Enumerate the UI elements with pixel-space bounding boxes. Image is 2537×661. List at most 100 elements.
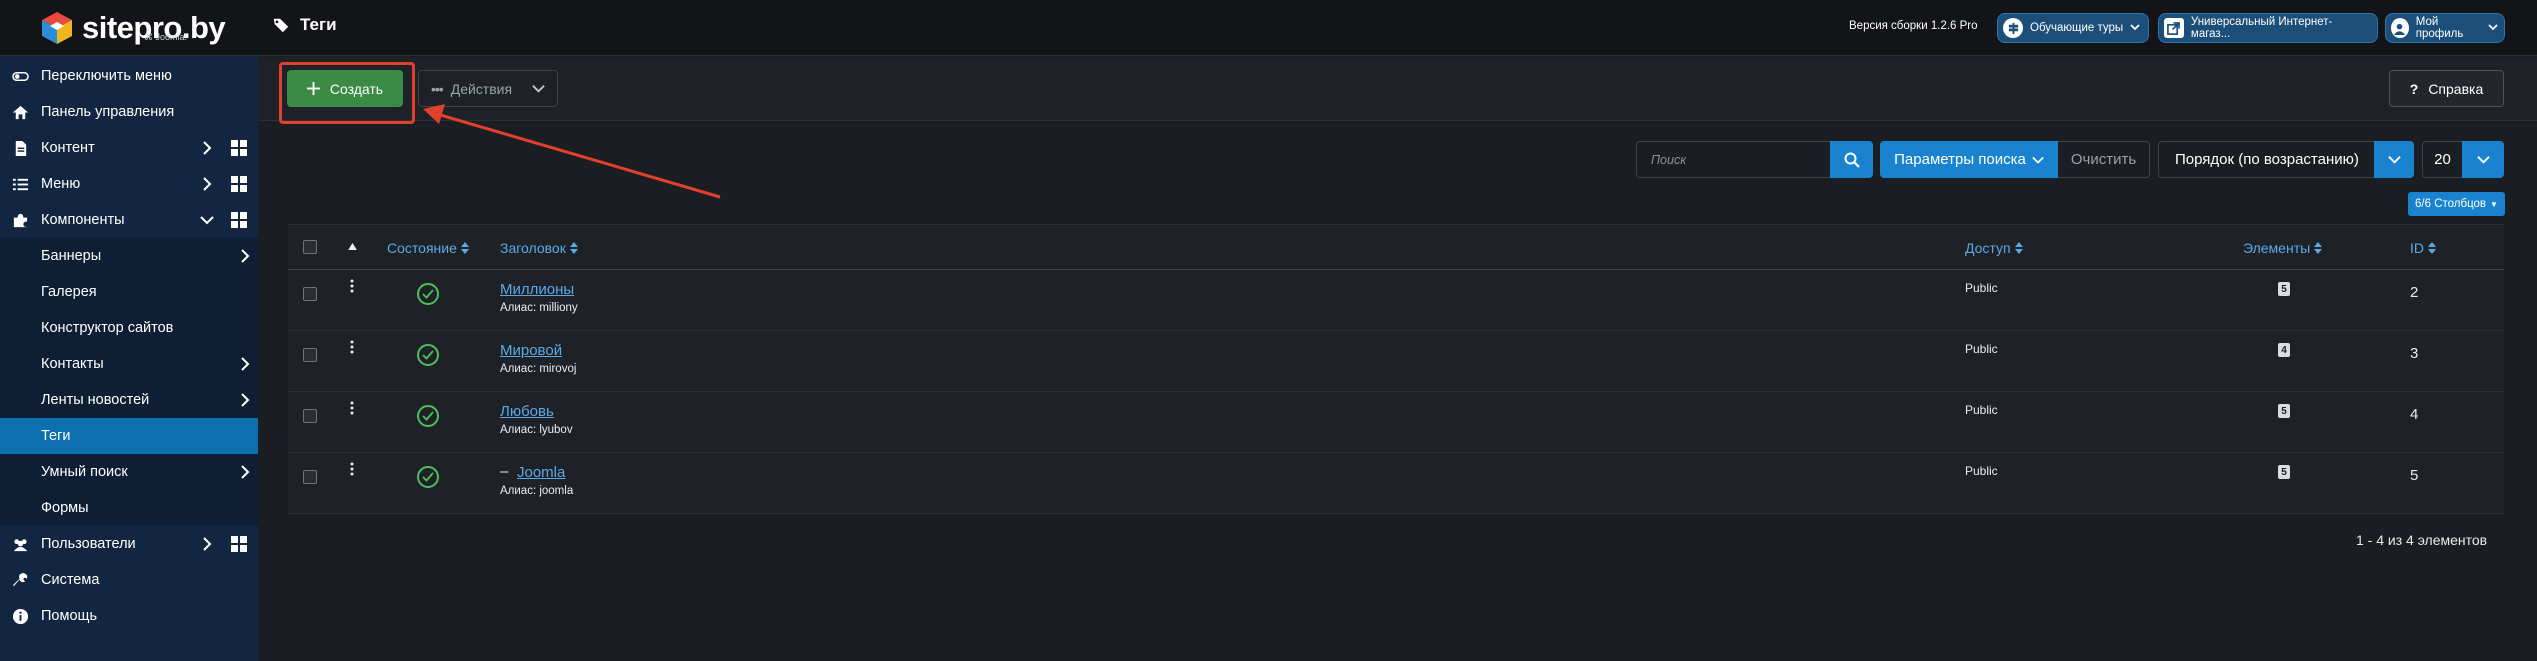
sidebar-item-components[interactable]: Компоненты bbox=[0, 202, 258, 238]
ordering-sort-icon[interactable] bbox=[348, 243, 357, 250]
published-status-icon[interactable] bbox=[417, 283, 439, 305]
list-limit-select[interactable]: 20 bbox=[2422, 141, 2462, 178]
tag-alias: Алиас: mirovoj bbox=[500, 363, 577, 375]
dashboard-grid-icon[interactable] bbox=[231, 212, 247, 228]
search-button[interactable] bbox=[1830, 141, 1873, 178]
row-checkbox[interactable] bbox=[303, 470, 317, 484]
tag-alias: Алиас: joomla bbox=[500, 485, 574, 497]
tag-title-link[interactable]: Миллионы bbox=[500, 281, 574, 298]
help-button[interactable]: ? Справка bbox=[2389, 70, 2504, 107]
published-status-icon[interactable] bbox=[417, 405, 439, 427]
sidebar-item-banners[interactable]: Баннеры bbox=[0, 238, 258, 274]
joomla-subtitle: ⌘ Joomla! bbox=[144, 32, 188, 42]
row-checkbox[interactable] bbox=[303, 348, 317, 362]
sidebar-item-label: Умный поиск bbox=[41, 464, 128, 480]
toggle-icon bbox=[11, 67, 29, 85]
column-header-title[interactable]: Заголовок bbox=[500, 240, 578, 256]
sort-icon bbox=[2314, 242, 2323, 254]
tag-title-link[interactable]: Любовь bbox=[500, 403, 554, 420]
home-icon bbox=[11, 103, 29, 121]
published-status-icon[interactable] bbox=[417, 466, 439, 488]
items-count-badge: 5 bbox=[2278, 404, 2290, 418]
user-icon bbox=[2391, 18, 2409, 38]
list-limit-toggle[interactable] bbox=[2462, 141, 2504, 178]
dashboard-grid-icon[interactable] bbox=[231, 140, 247, 156]
info-icon bbox=[11, 607, 29, 625]
chevron-down-icon bbox=[2032, 156, 2044, 164]
column-header-label: Элементы bbox=[2243, 240, 2311, 256]
tag-access: Public bbox=[1965, 464, 1998, 478]
sidebar-item-content[interactable]: Контент bbox=[0, 130, 258, 166]
search-options-button[interactable]: Параметры поиска bbox=[1880, 141, 2058, 178]
sidebar-item-gallery[interactable]: Галерея bbox=[0, 274, 258, 310]
sidebar-item-site-builder[interactable]: Конструктор сайтов bbox=[0, 310, 258, 346]
column-header-id[interactable]: ID bbox=[2410, 240, 2436, 256]
select-all-checkbox[interactable] bbox=[303, 240, 317, 254]
ordering-select[interactable]: Порядок (по возрастанию) bbox=[2158, 141, 2374, 178]
list-icon bbox=[11, 175, 29, 193]
drag-handle-icon[interactable] bbox=[350, 462, 354, 476]
clear-button[interactable]: Очистить bbox=[2058, 141, 2150, 178]
sidebar-item-toggle-menu[interactable]: Переключить меню bbox=[0, 58, 258, 94]
chevron-right-icon bbox=[203, 537, 212, 551]
column-header-label: ID bbox=[2410, 240, 2424, 256]
tags-table: Состояние Заголовок Доступ Элементы ID М… bbox=[288, 224, 2504, 517]
help-label: Справка bbox=[2428, 80, 2484, 97]
sidebar-item-label: Баннеры bbox=[41, 248, 102, 264]
columns-toggle-button[interactable]: 6/6 Столбцов ▼ bbox=[2408, 192, 2505, 216]
chevron-down-icon bbox=[2488, 22, 2498, 35]
tag-title-link[interactable]: Мировой bbox=[500, 342, 562, 359]
column-header-items[interactable]: Элементы bbox=[2243, 240, 2323, 256]
chevron-right-icon bbox=[203, 177, 212, 191]
dashboard-grid-icon[interactable] bbox=[231, 176, 247, 192]
items-count-badge: 5 bbox=[2278, 282, 2290, 296]
column-header-status[interactable]: Состояние bbox=[387, 240, 469, 256]
sort-icon bbox=[569, 242, 578, 254]
drag-handle-icon[interactable] bbox=[350, 340, 354, 354]
guided-tours-button[interactable]: Обучающие туры bbox=[1997, 13, 2149, 43]
sidebar-item-contacts[interactable]: Контакты bbox=[0, 346, 258, 382]
table-row: Любовь Алиас: lyubov Public 5 4 bbox=[288, 392, 2504, 453]
tag-title-link[interactable]: Joomla bbox=[517, 464, 565, 481]
sidebar-item-label: Ленты новостей bbox=[41, 392, 150, 408]
sidebar-item-users[interactable]: Пользователи bbox=[0, 526, 258, 562]
columns-label: 6/6 Столбцов bbox=[2415, 198, 2487, 210]
sidebar-item-forms[interactable]: Формы bbox=[0, 490, 258, 526]
items-count-badge: 4 bbox=[2278, 343, 2290, 357]
sidebar-item-dashboard[interactable]: Панель управления bbox=[0, 94, 258, 130]
items-count-badge: 5 bbox=[2278, 465, 2290, 479]
search-placeholder: Поиск bbox=[1651, 152, 1687, 167]
drag-handle-icon[interactable] bbox=[350, 279, 354, 293]
table-row: – Joomla Алиас: joomla Public 5 5 bbox=[288, 453, 2504, 514]
tag-access: Public bbox=[1965, 281, 1998, 295]
row-checkbox[interactable] bbox=[303, 409, 317, 423]
ellipsis-icon: ••• bbox=[431, 80, 444, 97]
column-header-access[interactable]: Доступ bbox=[1965, 240, 2023, 256]
search-icon bbox=[1844, 152, 1860, 168]
dashboard-grid-icon[interactable] bbox=[231, 536, 247, 552]
sidebar-item-smart-search[interactable]: Умный поиск bbox=[0, 454, 258, 490]
clear-label: Очистить bbox=[2070, 151, 2137, 168]
guided-tours-label: Обучающие туры bbox=[2030, 22, 2124, 34]
row-checkbox[interactable] bbox=[303, 287, 317, 301]
published-status-icon[interactable] bbox=[417, 344, 439, 366]
sidebar-item-menu[interactable]: Меню bbox=[0, 166, 258, 202]
search-input[interactable]: Поиск bbox=[1636, 141, 1830, 178]
chevron-right-icon bbox=[241, 465, 250, 479]
sidebar-item-help[interactable]: Помощь bbox=[0, 598, 258, 634]
site-link-button[interactable]: Универсальный Интернет-магаз... bbox=[2158, 13, 2378, 43]
chevron-down-icon bbox=[2387, 156, 2401, 164]
ordering-select-toggle[interactable] bbox=[2374, 141, 2414, 178]
caret-down-icon: ▼ bbox=[2490, 199, 2498, 209]
site-logo[interactable]: sitepro.by bbox=[40, 6, 270, 50]
sidebar-item-label: Помощь bbox=[41, 608, 98, 624]
sidebar-item-label: Пользователи bbox=[41, 536, 136, 552]
drag-handle-icon[interactable] bbox=[350, 401, 354, 415]
sidebar-item-system[interactable]: Система bbox=[0, 562, 258, 598]
table-header: Состояние Заголовок Доступ Элементы ID bbox=[288, 224, 2504, 270]
tag-alias: Алиас: milliony bbox=[500, 302, 578, 314]
sidebar-item-label: Конструктор сайтов bbox=[41, 320, 174, 336]
my-profile-button[interactable]: Мой профиль bbox=[2385, 13, 2505, 43]
sidebar-item-tags[interactable]: Теги bbox=[0, 418, 258, 454]
sidebar-item-newsfeeds[interactable]: Ленты новостей bbox=[0, 382, 258, 418]
